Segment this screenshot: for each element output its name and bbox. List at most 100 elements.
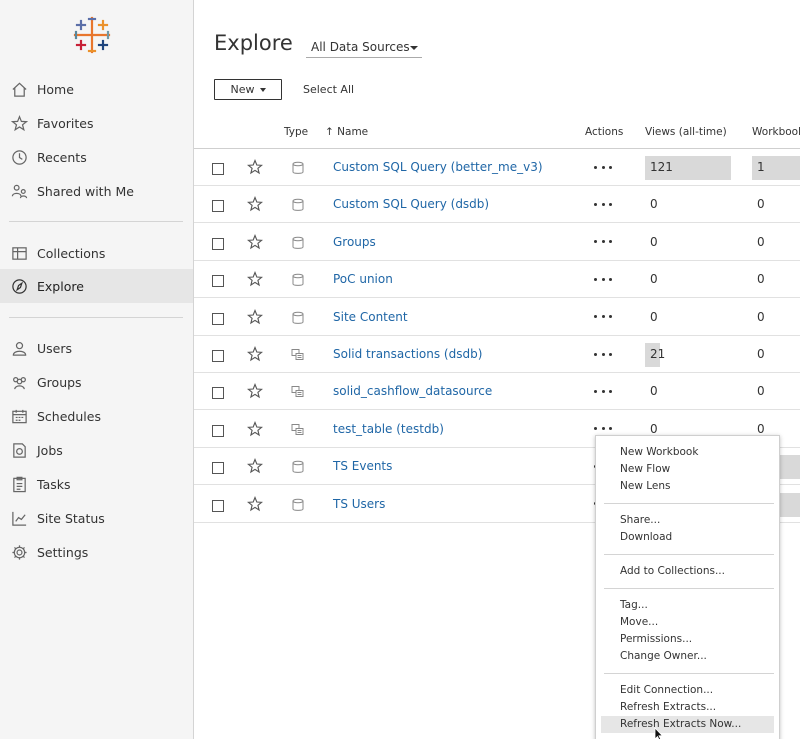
more-actions-icon[interactable] <box>594 310 612 324</box>
row-checkbox[interactable] <box>212 312 224 325</box>
datasource-name-link[interactable]: TS Users <box>333 497 385 511</box>
table-row[interactable]: solid_cashflow_datasource 0 0 <box>194 373 800 411</box>
column-header-workbooks[interactable]: Workbook <box>752 126 800 138</box>
more-actions-icon[interactable] <box>594 422 612 436</box>
favorite-star-icon[interactable] <box>246 495 264 512</box>
datasource-name-link[interactable]: Solid transactions (dsdb) <box>333 347 482 361</box>
sidebar-item-site-status[interactable]: Site Status <box>0 501 193 535</box>
sidebar-item-label: Settings <box>37 544 89 560</box>
sidebar-item-collections[interactable]: Collections <box>0 236 193 270</box>
row-checkbox[interactable] <box>212 275 224 288</box>
more-actions-icon[interactable] <box>594 347 612 361</box>
datasource-name-link[interactable]: PoC union <box>333 272 393 286</box>
datasource-name-link[interactable]: test_table (testdb) <box>333 422 444 436</box>
workbooks-count: 0 <box>757 197 765 212</box>
menu-item-download[interactable]: Download <box>601 529 774 546</box>
row-checkbox[interactable] <box>212 424 224 437</box>
menu-item-change-owner[interactable]: Change Owner... <box>601 648 774 665</box>
sidebar-item-favorites[interactable]: Favorites <box>0 106 193 140</box>
sidebar-item-groups[interactable]: Groups <box>0 365 193 399</box>
more-actions-icon[interactable] <box>594 160 612 174</box>
datasource-name-link[interactable]: TS Events <box>333 459 392 473</box>
favorite-star-icon[interactable] <box>246 271 264 287</box>
sidebar-item-users[interactable]: Users <box>0 331 193 365</box>
more-actions-icon[interactable] <box>594 235 612 249</box>
database-icon <box>291 459 305 474</box>
menu-item-edit-connection[interactable]: Edit Connection... <box>601 682 774 699</box>
row-checkbox[interactable] <box>212 237 224 250</box>
extract-datasource-icon <box>291 347 305 361</box>
sidebar-item-shared-with-me[interactable]: Shared with Me <box>0 174 193 208</box>
row-checkbox[interactable] <box>212 462 224 475</box>
sidebar-item-label: Jobs <box>37 442 63 458</box>
row-checkbox[interactable] <box>212 387 224 400</box>
new-button[interactable]: New <box>214 79 282 100</box>
datasource-filter-value: All Data Sources <box>311 40 410 54</box>
sidebar-item-home[interactable]: Home <box>0 72 193 106</box>
column-header-views[interactable]: Views (all-time) <box>645 126 727 138</box>
menu-item-add-to-collections[interactable]: Add to Collections... <box>601 563 774 580</box>
page-title: Explore <box>214 31 293 55</box>
menu-item-permissions[interactable]: Permissions... <box>601 631 774 648</box>
tableau-logo[interactable] <box>72 15 112 55</box>
column-header-type[interactable]: Type <box>284 126 308 138</box>
sidebar-item-label: Favorites <box>37 115 94 131</box>
menu-item-move[interactable]: Move... <box>601 614 774 631</box>
database-icon <box>291 160 305 174</box>
more-actions-icon[interactable] <box>594 197 612 211</box>
sidebar-item-label: Users <box>37 340 73 356</box>
group-icon <box>10 373 28 391</box>
menu-item-new-workbook[interactable]: New Workbook <box>601 444 774 461</box>
sidebar-item-label: Schedules <box>37 408 101 424</box>
row-checkbox[interactable] <box>212 499 224 512</box>
more-actions-icon[interactable] <box>594 384 612 398</box>
favorite-star-icon[interactable] <box>246 346 264 362</box>
table-row[interactable]: Custom SQL Query (dsdb) 0 0 <box>194 186 800 224</box>
favorite-star-icon[interactable] <box>246 196 264 212</box>
sidebar-item-tasks[interactable]: Tasks <box>0 467 193 501</box>
menu-item-share[interactable]: Share... <box>601 512 774 529</box>
table-row[interactable]: Custom SQL Query (better_me_v3) 121 1 <box>194 149 800 186</box>
table-row[interactable]: Groups 0 0 <box>194 224 800 261</box>
views-count: 0 <box>650 421 658 436</box>
menu-item-refresh-extracts-now[interactable]: Refresh Extracts Now... <box>601 716 774 733</box>
menu-item-new-lens[interactable]: New Lens <box>601 478 774 495</box>
sidebar-divider <box>9 317 183 318</box>
sidebar-item-schedules[interactable]: Schedules <box>0 399 193 433</box>
table-row[interactable]: Site Content 0 0 <box>194 299 800 336</box>
collections-icon <box>10 244 28 262</box>
datasource-name-link[interactable]: solid_cashflow_datasource <box>333 384 492 398</box>
favorite-star-icon[interactable] <box>246 308 264 325</box>
row-checkbox[interactable] <box>212 350 224 362</box>
datasource-name-link[interactable]: Groups <box>333 235 376 249</box>
select-all-button[interactable]: Select All <box>303 83 354 96</box>
more-actions-icon[interactable] <box>594 272 612 286</box>
sidebar-item-settings[interactable]: Settings <box>0 535 193 569</box>
menu-item-refresh-extracts[interactable]: Refresh Extracts... <box>601 699 774 716</box>
favorite-star-icon[interactable] <box>246 383 264 399</box>
database-icon <box>291 497 305 511</box>
actions-context-menu: New Workbook New Flow New Lens Share... Down… <box>595 435 780 739</box>
database-icon <box>291 235 305 249</box>
datasource-name-link[interactable]: Custom SQL Query (better_me_v3) <box>333 160 543 174</box>
favorite-star-icon[interactable] <box>246 159 264 175</box>
column-header-name[interactable]: ↑ Name <box>325 126 368 138</box>
favorite-star-icon[interactable] <box>246 420 264 437</box>
table-row[interactable]: Solid transactions (dsdb) 21 0 <box>194 336 800 373</box>
menu-item-new-flow[interactable]: New Flow <box>601 461 774 478</box>
table-row[interactable]: PoC union 0 0 <box>194 261 800 299</box>
row-checkbox[interactable] <box>212 163 224 175</box>
menu-item-tag[interactable]: Tag... <box>601 597 774 614</box>
favorite-star-icon[interactable] <box>246 233 264 250</box>
row-checkbox[interactable] <box>212 200 224 213</box>
datasource-filter-dropdown[interactable]: All Data Sources <box>306 38 422 58</box>
sidebar-item-jobs[interactable]: Jobs <box>0 433 193 467</box>
sidebar-item-recents[interactable]: Recents <box>0 140 193 174</box>
workbooks-count: 0 <box>757 309 765 324</box>
workbooks-count: 0 <box>757 234 765 249</box>
shared-icon <box>10 182 28 200</box>
datasource-name-link[interactable]: Custom SQL Query (dsdb) <box>333 197 489 211</box>
favorite-star-icon[interactable] <box>246 458 264 474</box>
sidebar-item-explore[interactable]: Explore <box>0 269 193 303</box>
datasource-name-link[interactable]: Site Content <box>333 310 408 324</box>
